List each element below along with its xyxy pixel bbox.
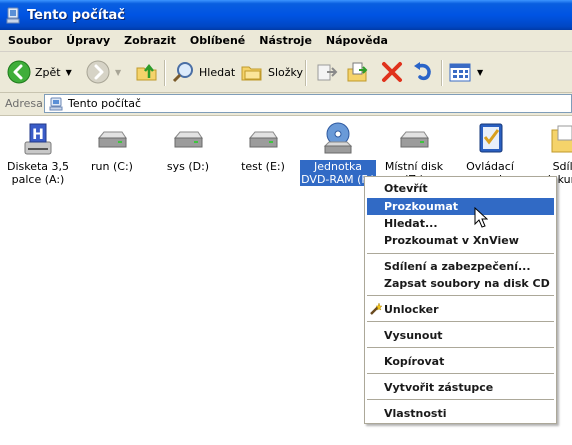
drive-c[interactable]: run (C:) xyxy=(74,122,150,173)
menu-zobrazit[interactable]: Zobrazit xyxy=(117,34,183,47)
ctx-sharing-security[interactable]: Sdílení a zabezpečení... xyxy=(367,258,554,275)
menu-bar: Soubor Úpravy Zobrazit Oblíbené Nástroje… xyxy=(0,30,572,52)
hard-drive-icon xyxy=(398,122,430,156)
forward-arrow-icon xyxy=(86,60,110,84)
search-button[interactable]: Hledat xyxy=(171,56,235,88)
hard-drive-icon xyxy=(247,122,279,156)
floppy-drive-icon: H xyxy=(22,122,54,156)
mouse-pointer-icon xyxy=(474,207,488,228)
toolbar: Zpět ▼ ▼ Hledat Složky ▼ xyxy=(0,52,572,93)
context-menu: Otevřít Prozkoumat Hledat... Prozkoumat … xyxy=(364,176,557,424)
search-label: Hledat xyxy=(199,65,236,79)
ctx-separator xyxy=(367,321,554,322)
address-value: Tento počítač xyxy=(68,97,142,110)
back-arrow-icon xyxy=(7,60,31,84)
views-icon xyxy=(449,63,471,82)
ctx-explore-xnview-label: Prozkoumat v XnView xyxy=(384,234,519,247)
ctx-explore[interactable]: Prozkoumat xyxy=(367,198,554,215)
ctx-search[interactable]: Hledat... xyxy=(367,215,554,232)
ctx-create-shortcut-label: Vytvořit zástupce xyxy=(384,381,494,394)
ctx-separator xyxy=(367,295,554,296)
toolbar-separator xyxy=(305,60,307,86)
dvd-drive-icon xyxy=(322,122,354,156)
title-bar[interactable]: Tento počítač xyxy=(0,0,572,30)
hard-drive-icon xyxy=(172,122,204,156)
address-bar: Adresa Tento počítač xyxy=(0,93,572,116)
unlocker-wand-icon xyxy=(370,302,383,315)
ctx-unlocker-label: Unlocker xyxy=(384,303,439,316)
ctx-open-label: Otevřít xyxy=(384,182,428,195)
folders-button[interactable]: Složky xyxy=(240,56,303,88)
menu-soubor[interactable]: Soubor xyxy=(0,34,59,47)
forward-button[interactable]: ▼ xyxy=(86,56,121,88)
ctx-copy-label: Kopírovat xyxy=(384,355,445,368)
copy-to-button[interactable] xyxy=(346,56,370,88)
toolbar-separator xyxy=(441,60,443,86)
ctx-open[interactable]: Otevřít xyxy=(367,180,554,197)
toolbar-separator xyxy=(164,60,166,86)
ctx-properties-label: Vlastnosti xyxy=(384,407,447,420)
ctx-burn-cd-label: Zapsat soubory na disk CD xyxy=(384,277,550,290)
ctx-properties[interactable]: Vlastnosti xyxy=(367,405,554,422)
copy-to-icon xyxy=(347,62,368,82)
computer-icon xyxy=(49,97,63,111)
drive-d[interactable]: sys (D:) xyxy=(150,122,226,173)
hard-drive-icon xyxy=(96,122,128,156)
delete-x-icon xyxy=(382,62,402,82)
ctx-explore-xnview[interactable]: Prozkoumat v XnView xyxy=(367,232,554,249)
drive-floppy-a[interactable]: H Disketa 3,5 palce (A:) xyxy=(0,122,76,186)
up-folder-button[interactable] xyxy=(135,56,159,88)
move-to-icon xyxy=(317,64,338,81)
window-title: Tento počítač xyxy=(27,7,125,23)
views-dropdown-icon[interactable]: ▼ xyxy=(477,68,483,77)
computer-icon xyxy=(5,7,21,24)
up-folder-icon xyxy=(136,63,157,81)
back-button[interactable]: Zpět ▼ xyxy=(7,56,72,88)
menu-nastroje[interactable]: Nástroje xyxy=(252,34,319,47)
item-label: Disketa 3,5 palce (A:) xyxy=(6,160,70,186)
ctx-eject[interactable]: Vysunout xyxy=(367,327,554,344)
control-panel-icon xyxy=(474,122,506,156)
move-to-button[interactable] xyxy=(315,56,339,88)
address-label: Adresa xyxy=(5,97,43,110)
item-label: test (E:) xyxy=(241,160,285,173)
ctx-separator xyxy=(367,373,554,374)
ctx-burn-cd[interactable]: Zapsat soubory na disk CD xyxy=(367,275,554,292)
menu-napoveda[interactable]: Nápověda xyxy=(319,34,395,47)
ctx-search-label: Hledat... xyxy=(384,217,438,230)
address-input[interactable]: Tento počítač xyxy=(44,94,572,113)
delete-button[interactable] xyxy=(380,56,404,88)
ctx-separator xyxy=(367,399,554,400)
ctx-separator xyxy=(367,347,554,348)
forward-dropdown-icon[interactable]: ▼ xyxy=(115,68,121,77)
ctx-copy[interactable]: Kopírovat xyxy=(367,353,554,370)
search-icon xyxy=(172,62,193,83)
back-dropdown-icon[interactable]: ▼ xyxy=(66,68,72,77)
shared-folder-icon xyxy=(550,122,572,156)
item-label: sys (D:) xyxy=(166,160,210,173)
ctx-create-shortcut[interactable]: Vytvořit zástupce xyxy=(367,379,554,396)
undo-icon xyxy=(414,62,431,81)
item-label: run (C:) xyxy=(91,160,133,173)
ctx-sharing-security-label: Sdílení a zabezpečení... xyxy=(384,260,531,273)
svg-text:H: H xyxy=(32,127,44,143)
folders-icon xyxy=(241,66,262,81)
menu-upravy[interactable]: Úpravy xyxy=(59,34,117,47)
ctx-unlocker[interactable]: Unlocker xyxy=(367,301,554,318)
back-label: Zpět xyxy=(35,65,61,79)
undo-button[interactable] xyxy=(411,56,435,88)
menu-oblibene[interactable]: Oblíbené xyxy=(183,34,252,47)
views-button[interactable]: ▼ xyxy=(448,56,483,88)
ctx-eject-label: Vysunout xyxy=(384,329,443,342)
folders-label: Složky xyxy=(268,65,304,79)
ctx-separator xyxy=(367,253,554,254)
ctx-explore-label: Prozkoumat xyxy=(384,200,458,213)
drive-e[interactable]: test (E:) xyxy=(225,122,301,173)
